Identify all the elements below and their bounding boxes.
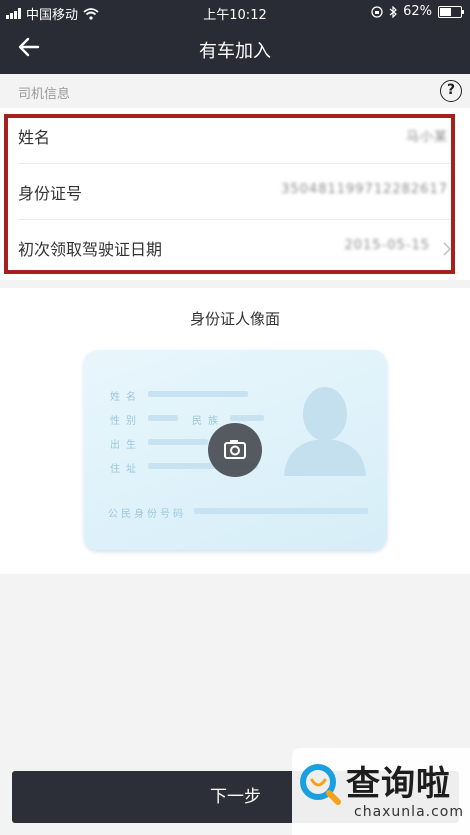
section-header: 司机信息 ? [0, 74, 470, 108]
page-title: 有车加入 [199, 41, 271, 62]
license-date-label: 初次领取驾驶证日期 [18, 240, 163, 259]
camera-button[interactable] [208, 423, 262, 477]
id-number-label: 身份证号 [18, 184, 83, 203]
nav-bar: 有车加入 [0, 24, 470, 74]
chevron-right-icon [443, 242, 452, 256]
battery-percent: 62% [403, 4, 432, 19]
status-right: 62% [371, 4, 464, 19]
card-line [194, 508, 368, 514]
magnifier-logo-icon [300, 764, 341, 805]
id-card-upload[interactable]: 姓名 性别 民族 出生 住址 公民身份号码 [84, 350, 387, 550]
watermark-brand-cn: 查询啦 [346, 764, 451, 804]
card-field-gender: 性别 [110, 416, 142, 427]
battery-level [440, 7, 451, 16]
card-field-birth: 出生 [110, 440, 142, 451]
card-field-id-number: 公民身份号码 [108, 509, 186, 520]
help-icon[interactable]: ? [440, 80, 462, 102]
name-value: 马小某 [405, 130, 448, 145]
camera-icon [224, 440, 246, 459]
license-date-row[interactable]: 初次领取驾驶证日期 2015-05-15 [0, 220, 470, 276]
watermark-brand-en: chaxunla.com [354, 804, 464, 820]
card-line [230, 415, 264, 421]
driver-info-form: 姓名 马小某 身份证号 350481199712282617 初次领取驾驶证日期… [0, 108, 470, 280]
card-line [148, 391, 248, 397]
section-label: 司机信息 [18, 87, 71, 102]
name-label: 姓名 [18, 128, 51, 147]
id-card-section: 身份证人像面 姓名 性别 民族 出生 住址 公民身份号码 [0, 288, 470, 574]
status-bar: 中国移动 上午10:12 62% [0, 0, 470, 24]
card-field-address: 住址 [110, 464, 142, 475]
portrait-silhouette-icon [284, 387, 366, 476]
watermark: 查询啦 chaxunla.com [292, 748, 470, 835]
id-number-value: 350481199712282617 [281, 182, 448, 197]
bluetooth-icon [389, 5, 397, 18]
id-number-row[interactable]: 身份证号 350481199712282617 [0, 164, 470, 220]
card-line [148, 439, 208, 445]
card-field-name: 姓名 [110, 392, 142, 403]
id-card-title: 身份证人像面 [189, 310, 280, 328]
orientation-lock-icon [371, 5, 383, 18]
battery-icon [438, 5, 464, 18]
license-date-value: 2015-05-15 [344, 238, 430, 253]
name-row[interactable]: 姓名 马小某 [0, 108, 470, 164]
card-line [148, 415, 178, 421]
